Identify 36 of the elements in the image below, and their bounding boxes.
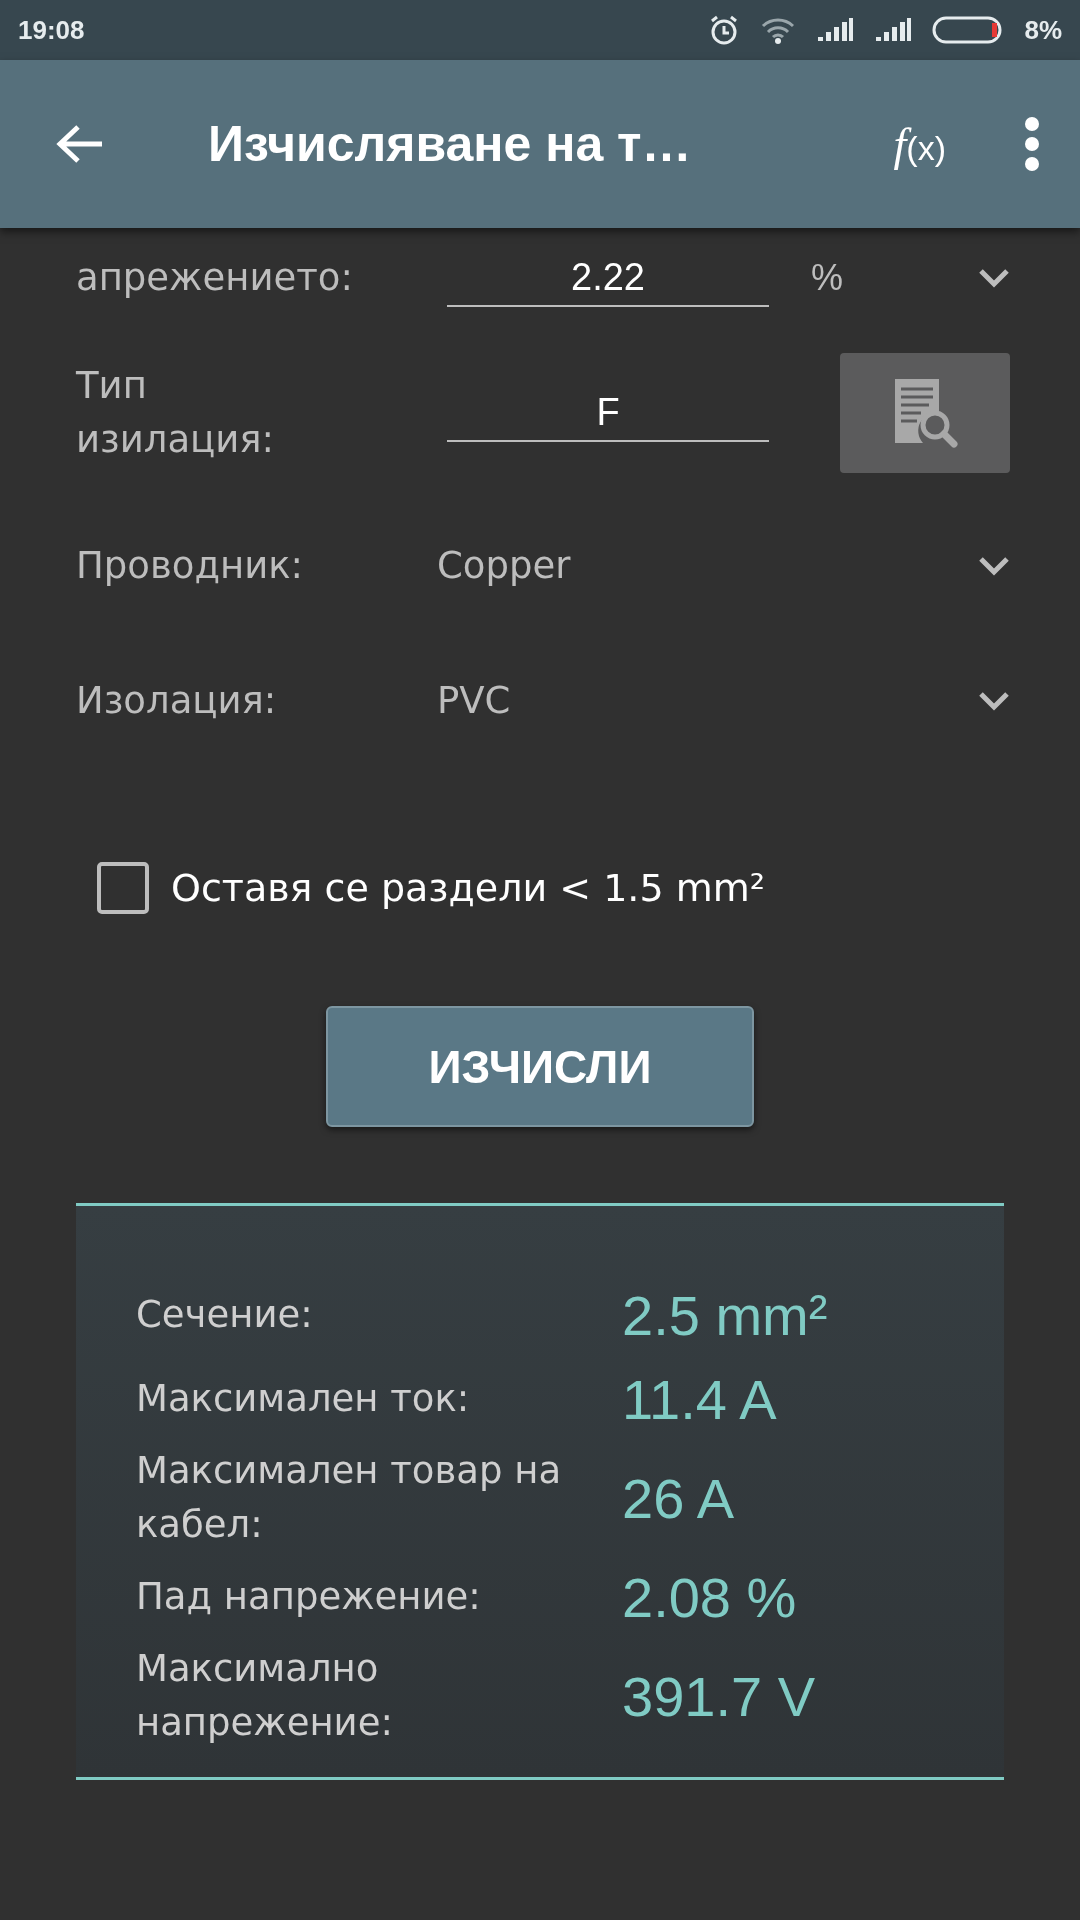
back-arrow-icon[interactable]	[56, 124, 104, 164]
field-label: Изолация:	[76, 677, 278, 724]
more-menu-icon[interactable]	[1024, 116, 1040, 172]
wifi-icon	[760, 16, 797, 44]
field-label: изилация:	[76, 417, 276, 463]
checkbox[interactable]	[97, 862, 149, 914]
result-value: 391.7 V	[622, 1663, 816, 1729]
screen-title: Изчисляване на т…	[208, 115, 693, 173]
dropdown-value[interactable]: Copper	[437, 544, 978, 587]
checkbox-label: Оставя се раздели < 1.5 mm²	[171, 866, 765, 910]
signal-icon	[816, 17, 855, 43]
result-value: 2.5 mm²	[622, 1282, 828, 1348]
chevron-down-icon[interactable]	[978, 555, 1010, 576]
lookup-button[interactable]	[840, 353, 1010, 473]
unit-label: %	[811, 257, 844, 299]
input-field[interactable]: F	[447, 384, 769, 442]
formula-button[interactable]: f(x)	[893, 117, 946, 171]
result-label: Максимално напрежение:	[136, 1646, 394, 1746]
field-label: Проводник:	[76, 542, 305, 589]
calculate-button[interactable]: ИЗЧИСЛИ	[326, 1006, 754, 1127]
result-value: 26 A	[622, 1465, 735, 1531]
chevron-down-icon[interactable]	[978, 268, 1010, 288]
result-value: 2.08 %	[622, 1564, 797, 1630]
dropdown-value[interactable]: PVC	[437, 679, 978, 722]
field-label: Тип	[76, 363, 148, 409]
status-time: 19:08	[18, 14, 86, 46]
field-label: апрежението:	[76, 255, 354, 301]
result-label: Сечение:	[136, 1292, 314, 1338]
battery-percent: 8%	[1024, 14, 1062, 46]
result-label: Максимален ток:	[136, 1376, 471, 1422]
chevron-down-icon[interactable]	[978, 690, 1010, 711]
signal-icon	[874, 17, 913, 43]
input-field[interactable]: 2.22	[447, 249, 769, 307]
result-label: Пад напрежение:	[136, 1574, 482, 1620]
result-label: Максимален товар на кабел:	[136, 1448, 563, 1548]
result-value: 11.4 A	[622, 1366, 777, 1432]
